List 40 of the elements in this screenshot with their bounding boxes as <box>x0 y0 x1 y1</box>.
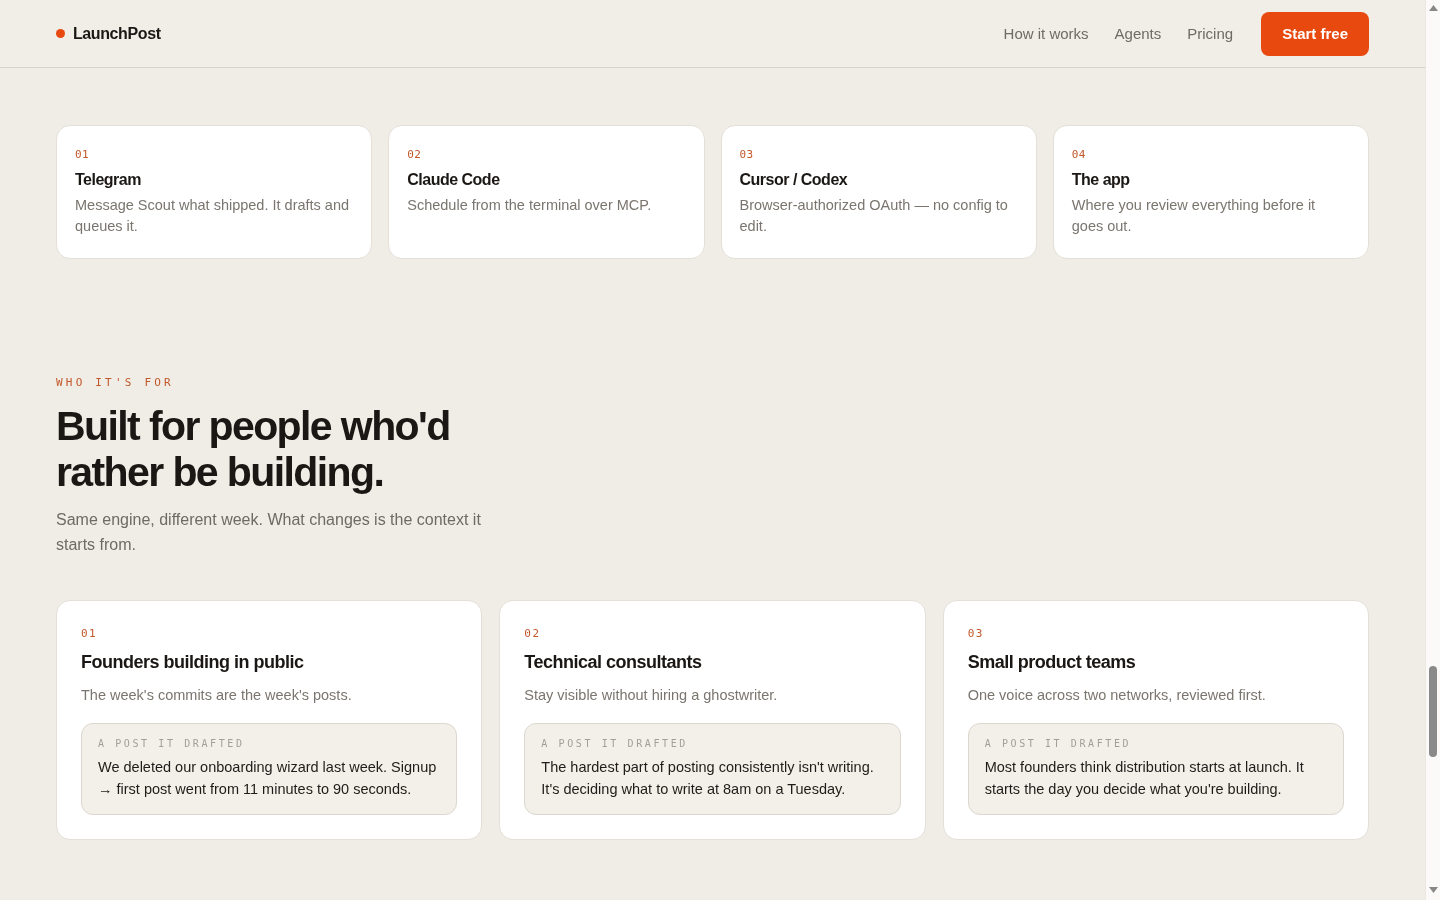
card-number: 04 <box>1071 148 1087 161</box>
card-title: Cursor / Codex <box>739 171 849 189</box>
start-free-button[interactable]: Start free <box>1261 11 1369 56</box>
card-number: 01 <box>81 627 99 640</box>
brand-name: LaunchPost <box>73 24 161 43</box>
sample-label: A POST IT DRAFTED <box>984 738 1133 749</box>
scroll-down-icon[interactable] <box>1429 887 1438 893</box>
nav-link[interactable]: Pricing <box>1187 25 1234 42</box>
nav-link[interactable]: Agents <box>1114 25 1162 42</box>
card-title: Telegram <box>75 171 142 189</box>
card-description: Where you review everything before it goes out. <box>1071 196 1317 236</box>
card-title: Small product teams <box>967 652 1137 673</box>
card-description: Schedule from the terminal over MCP. <box>407 196 653 215</box>
logo-dot-icon <box>56 29 65 38</box>
card-title: Founders building in public <box>81 652 305 673</box>
sample-label: A POST IT DRAFTED <box>541 738 689 749</box>
card-description: The week's commits are the week's posts. <box>81 686 353 705</box>
scrollbar-thumb[interactable] <box>1429 666 1437 757</box>
card-number: 03 <box>739 148 755 161</box>
card-title: Technical consultants <box>524 652 703 673</box>
card-number: 03 <box>967 627 985 640</box>
card-description: Stay visible without hiring a ghostwriter. <box>524 686 779 705</box>
sample-text: We deleted our onboarding wizard last week. Signup → first post went from 11 minutes to 90 seconds. <box>98 758 438 799</box>
card-title: Claude Code <box>407 171 501 189</box>
card-description: One voice across two networks, reviewed first. <box>967 686 1267 705</box>
scrollbar[interactable] <box>1425 0 1440 900</box>
nav-link[interactable]: How it works <box>1003 25 1089 42</box>
card-number: 01 <box>75 148 91 161</box>
sample-text: The hardest part of posting consistently isn't writing. It's deciding what to write at 8am on a Tuesday. <box>541 758 875 799</box>
card-number: 02 <box>524 627 542 640</box>
section-heading: Built for people who'd rather be building. <box>56 403 451 495</box>
sample-text: Most founders think distribution starts at launch. It starts the day you decide what you're building. <box>984 758 1305 799</box>
card-title: The app <box>1071 171 1131 189</box>
scroll-up-icon[interactable] <box>1429 5 1438 11</box>
card-number: 02 <box>407 148 423 161</box>
card-description: Browser-authorized OAuth — no config to edit. <box>739 196 1009 236</box>
section-subtitle: Same engine, different week. What changes is the context it starts from. <box>56 510 482 555</box>
sample-label: A POST IT DRAFTED <box>98 738 246 749</box>
section-eyebrow: WHO IT'S FOR <box>56 376 175 389</box>
card-description: Message Scout what shipped. It drafts and queues it. <box>75 196 351 236</box>
